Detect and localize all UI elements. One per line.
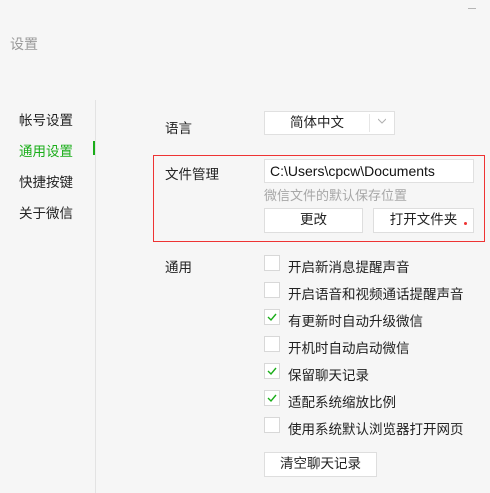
sidebar-item-about[interactable]: 关于微信 <box>19 202 73 222</box>
file-management-label: 文件管理 <box>165 167 219 183</box>
checkmark-icon <box>267 313 277 322</box>
change-button[interactable]: 更改 <box>264 208 363 233</box>
chevron-down-icon <box>378 118 386 124</box>
minimize-button[interactable] <box>468 8 476 9</box>
clear-history-button[interactable]: 清空聊天记录 <box>264 452 377 477</box>
checkbox-auto-update[interactable] <box>264 309 280 325</box>
file-path-field[interactable]: C:\Users\cpcw\Documents <box>264 159 474 183</box>
checkbox-keep-history[interactable] <box>264 363 280 379</box>
option-label: 使用系统默认浏览器打开网页 <box>288 422 464 438</box>
option-label: 开启语音和视频通话提醒声音 <box>288 287 464 303</box>
checkbox-system-scaling[interactable] <box>264 390 280 406</box>
checkbox-call-sound[interactable] <box>264 282 280 298</box>
option-label: 开启新消息提醒声音 <box>288 260 410 276</box>
checkmark-icon <box>267 394 277 403</box>
option-label: 有更新时自动升级微信 <box>288 314 423 330</box>
option-label: 开机时自动启动微信 <box>288 341 410 357</box>
notification-dot <box>464 222 467 225</box>
language-label: 语言 <box>165 121 192 137</box>
sidebar-item-account[interactable]: 帐号设置 <box>19 109 73 129</box>
active-indicator <box>93 141 95 155</box>
open-folder-button[interactable]: 打开文件夹 <box>373 208 474 233</box>
checkmark-icon <box>267 367 277 376</box>
checkbox-auto-start[interactable] <box>264 336 280 352</box>
checkbox-default-browser[interactable] <box>264 417 280 433</box>
language-value: 简体中文 <box>290 115 344 131</box>
sidebar-item-shortcuts[interactable]: 快捷按键 <box>19 171 73 191</box>
open-folder-label: 打开文件夹 <box>389 212 458 228</box>
option-label: 适配系统缩放比例 <box>288 395 396 411</box>
window-title: 设置 <box>10 37 38 53</box>
language-select[interactable]: 简体中文 <box>264 111 395 135</box>
file-path-hint: 微信文件的默认保存位置 <box>264 189 408 204</box>
option-label: 保留聊天记录 <box>288 368 369 384</box>
general-label: 通用 <box>165 260 192 276</box>
select-divider <box>369 114 370 132</box>
checkbox-new-message-sound[interactable] <box>264 255 280 271</box>
sidebar-item-general[interactable]: 通用设置 <box>19 140 73 160</box>
